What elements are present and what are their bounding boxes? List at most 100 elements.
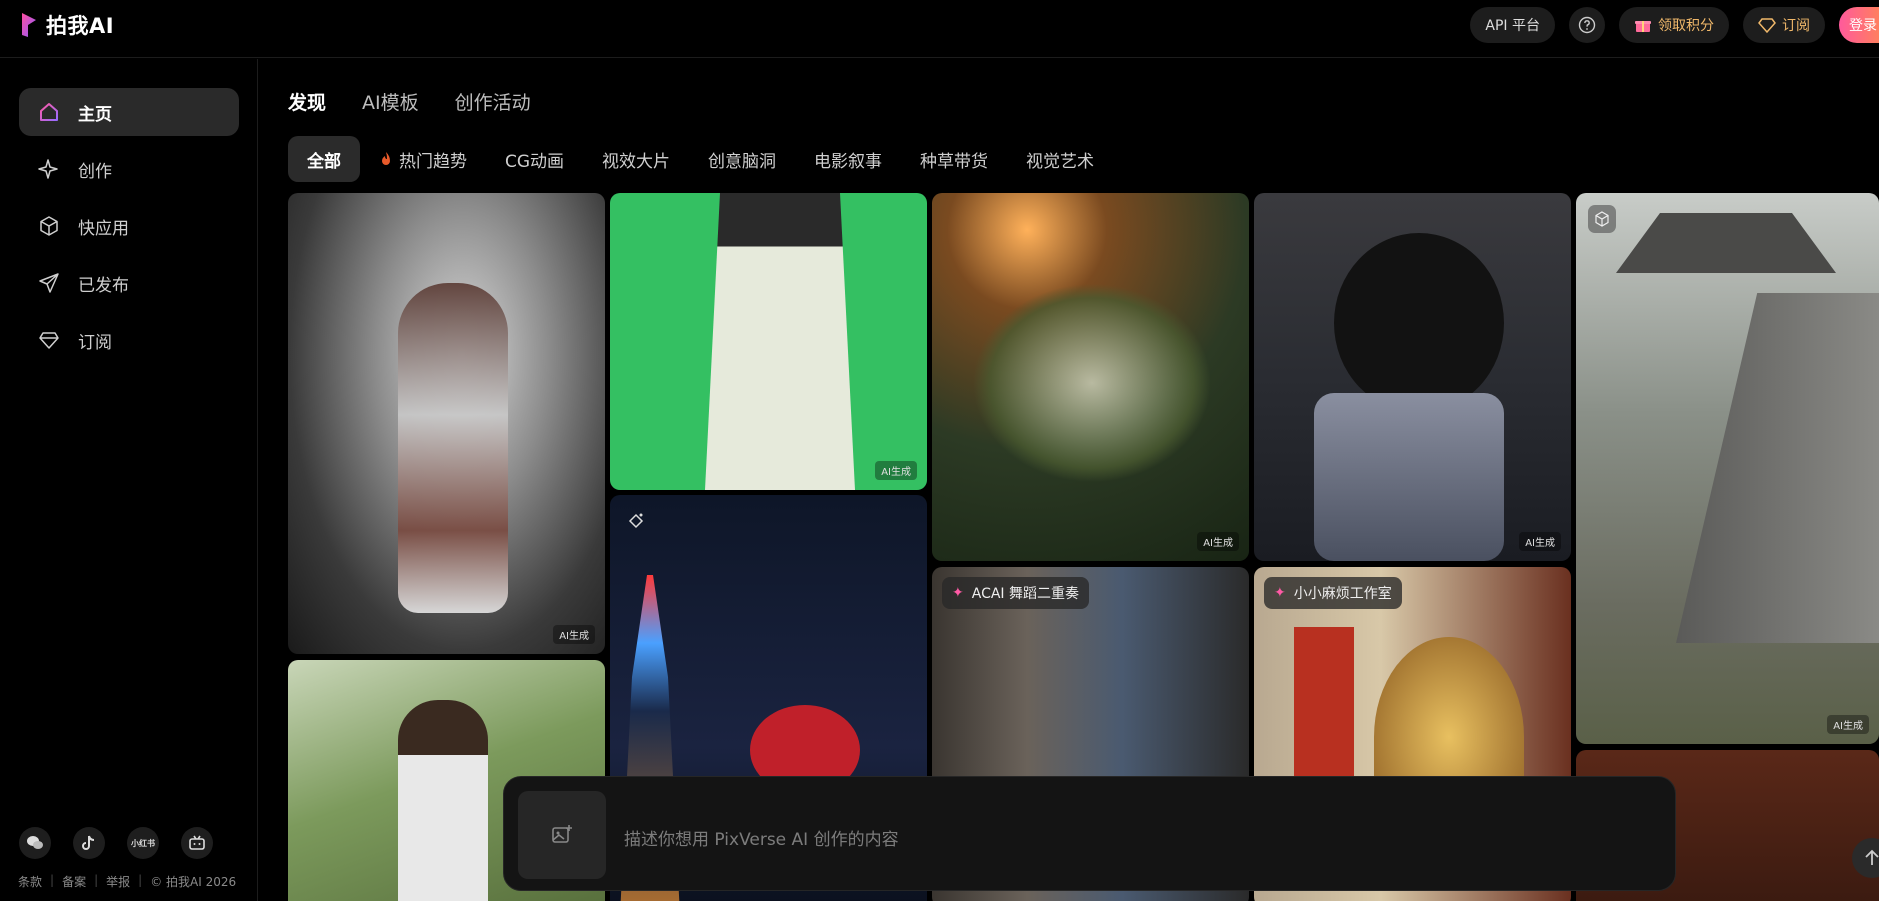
sidebar: 主页 创作 快应用 已发布 订阅 小红书 条款 | 备案 | 举报 | © 拍我AI …: [0, 59, 258, 901]
help-button[interactable]: [1569, 7, 1605, 43]
creator-tag[interactable]: ✦ ACAI 舞蹈二重奏: [942, 577, 1089, 609]
help-icon: [1578, 16, 1596, 34]
category-label: 视效大片: [602, 151, 671, 172]
bilibili-glyph: [189, 835, 205, 850]
report-link[interactable]: 举报: [106, 873, 130, 890]
figure-shape: [705, 193, 855, 490]
home-icon: [40, 103, 58, 121]
sparkle-icon: ✦: [952, 585, 964, 601]
fire-icon: [382, 152, 390, 165]
api-platform-label: API 平台: [1485, 18, 1540, 34]
ai-badge: AI生成: [1197, 532, 1239, 551]
tiktok-icon[interactable]: [73, 827, 105, 859]
wechat-glyph: [27, 836, 43, 849]
figure-shape: [1334, 233, 1504, 413]
footer-links: 条款 | 备案 | 举报 | © 拍我AI 2026: [18, 873, 237, 890]
social-links: 小红书: [19, 827, 213, 859]
diamond-icon: [1758, 18, 1776, 34]
xiaohongshu-label: 小红书: [131, 838, 155, 848]
video-card[interactable]: AI生成: [1576, 193, 1879, 744]
ai-badge: AI生成: [553, 625, 595, 644]
video-card[interactable]: AI生成: [1254, 193, 1571, 561]
main-tabs: 发现 AI模板 创作活动: [288, 88, 531, 115]
sidebar-item-home[interactable]: 主页: [19, 88, 239, 136]
subscribe-button[interactable]: 订阅: [1743, 7, 1825, 43]
figure-shape: [398, 700, 488, 901]
api-platform-button[interactable]: API 平台: [1470, 7, 1555, 43]
sidebar-item-label: 快应用: [78, 218, 129, 239]
tab-discover[interactable]: 发现: [288, 88, 326, 115]
category-visual-art[interactable]: 视觉艺术: [1007, 136, 1113, 182]
sidebar-item-label: 创作: [78, 161, 112, 182]
video-card[interactable]: AI生成: [932, 193, 1249, 561]
header-actions: API 平台 领取积分 订阅 登录: [1470, 7, 1879, 43]
logo[interactable]: 拍我AI: [20, 10, 114, 40]
category-trending[interactable]: 热门趋势: [360, 136, 486, 182]
flowers-shape: [972, 283, 1212, 483]
upload-image-button[interactable]: [518, 791, 606, 879]
ai-badge: AI生成: [1827, 715, 1869, 734]
sidebar-item-label: 主页: [78, 104, 112, 125]
sidebar-item-subscribe[interactable]: 订阅: [19, 316, 239, 364]
category-cg-animation[interactable]: CG动画: [486, 136, 583, 182]
cube-icon: [40, 216, 58, 236]
category-label: 电影叙事: [814, 151, 883, 172]
sidebar-item-published[interactable]: 已发布: [19, 259, 239, 307]
logo-icon: [22, 13, 36, 37]
effect-icon: [622, 507, 650, 535]
tag-icon: [628, 513, 644, 529]
category-film[interactable]: 电影叙事: [795, 136, 901, 182]
category-product[interactable]: 种草带货: [901, 136, 1007, 182]
wall-shape: [1676, 293, 1879, 643]
palace-shape: [1616, 213, 1836, 273]
logo-text: 拍我AI: [46, 14, 115, 38]
creator-tag[interactable]: ✦ 小小麻烦工作室: [1264, 577, 1402, 609]
dress-shape: [1314, 393, 1504, 561]
prompt-input[interactable]: 描述你想用 PixVerse AI 创作的内容: [624, 825, 899, 850]
sparkle-icon: [38, 159, 58, 179]
sidebar-item-label: 订阅: [78, 332, 112, 353]
creator-tag-label: ACAI 舞蹈二重奏: [971, 586, 1079, 602]
claim-points-button[interactable]: 领取积分: [1619, 7, 1729, 43]
prompt-bar: 描述你想用 PixVerse AI 创作的内容: [503, 776, 1676, 891]
sidebar-item-create[interactable]: 创作: [19, 145, 239, 193]
cube-icon: [1595, 211, 1609, 227]
arrow-up-icon: [1865, 849, 1879, 865]
sparkle-icon: ✦: [1274, 585, 1286, 601]
claim-points-label: 领取积分: [1658, 18, 1714, 34]
category-label: CG动画: [505, 151, 565, 172]
category-vfx[interactable]: 视效大片: [583, 136, 689, 182]
diamond-icon: [39, 332, 59, 349]
terms-link[interactable]: 条款: [18, 873, 42, 890]
tab-ai-templates[interactable]: AI模板: [362, 88, 419, 115]
ai-badge: AI生成: [875, 461, 917, 480]
video-card[interactable]: AI生成: [288, 193, 605, 654]
category-label: 视觉艺术: [1026, 151, 1095, 172]
icp-link[interactable]: 备案: [62, 873, 86, 890]
tab-events[interactable]: 创作活动: [455, 88, 531, 115]
category-label: 热门趋势: [399, 151, 467, 172]
tiktok-glyph: [82, 835, 95, 850]
subscribe-label: 订阅: [1782, 18, 1810, 34]
gift-icon: [1635, 21, 1651, 32]
category-label: 种草带货: [920, 151, 989, 172]
xiaohongshu-icon[interactable]: 小红书: [127, 827, 159, 859]
image-add-icon: [552, 825, 572, 843]
category-label: 全部: [307, 151, 341, 172]
category-filter: 全部 热门趋势 CG动画 视效大片 创意脑洞 电影叙事 种草带货 视觉艺术: [288, 136, 1113, 182]
sidebar-item-label: 已发布: [78, 275, 129, 296]
wechat-icon[interactable]: [19, 827, 51, 859]
login-label: 登录: [1849, 18, 1877, 34]
creator-tag-label: 小小麻烦工作室: [1293, 586, 1392, 602]
app-badge: [1588, 205, 1616, 233]
sidebar-item-quick-apps[interactable]: 快应用: [19, 202, 239, 250]
ai-badge: AI生成: [1519, 532, 1561, 551]
video-card[interactable]: AI生成: [610, 193, 927, 490]
category-all[interactable]: 全部: [288, 136, 360, 182]
copyright: © 拍我AI 2026: [150, 875, 237, 889]
category-creative[interactable]: 创意脑洞: [689, 136, 795, 182]
top-bar: 拍我AI API 平台 领取积分 订阅 登录: [0, 0, 1879, 58]
login-button[interactable]: 登录: [1839, 7, 1879, 43]
category-label: 创意脑洞: [708, 151, 777, 172]
bilibili-icon[interactable]: [181, 827, 213, 859]
